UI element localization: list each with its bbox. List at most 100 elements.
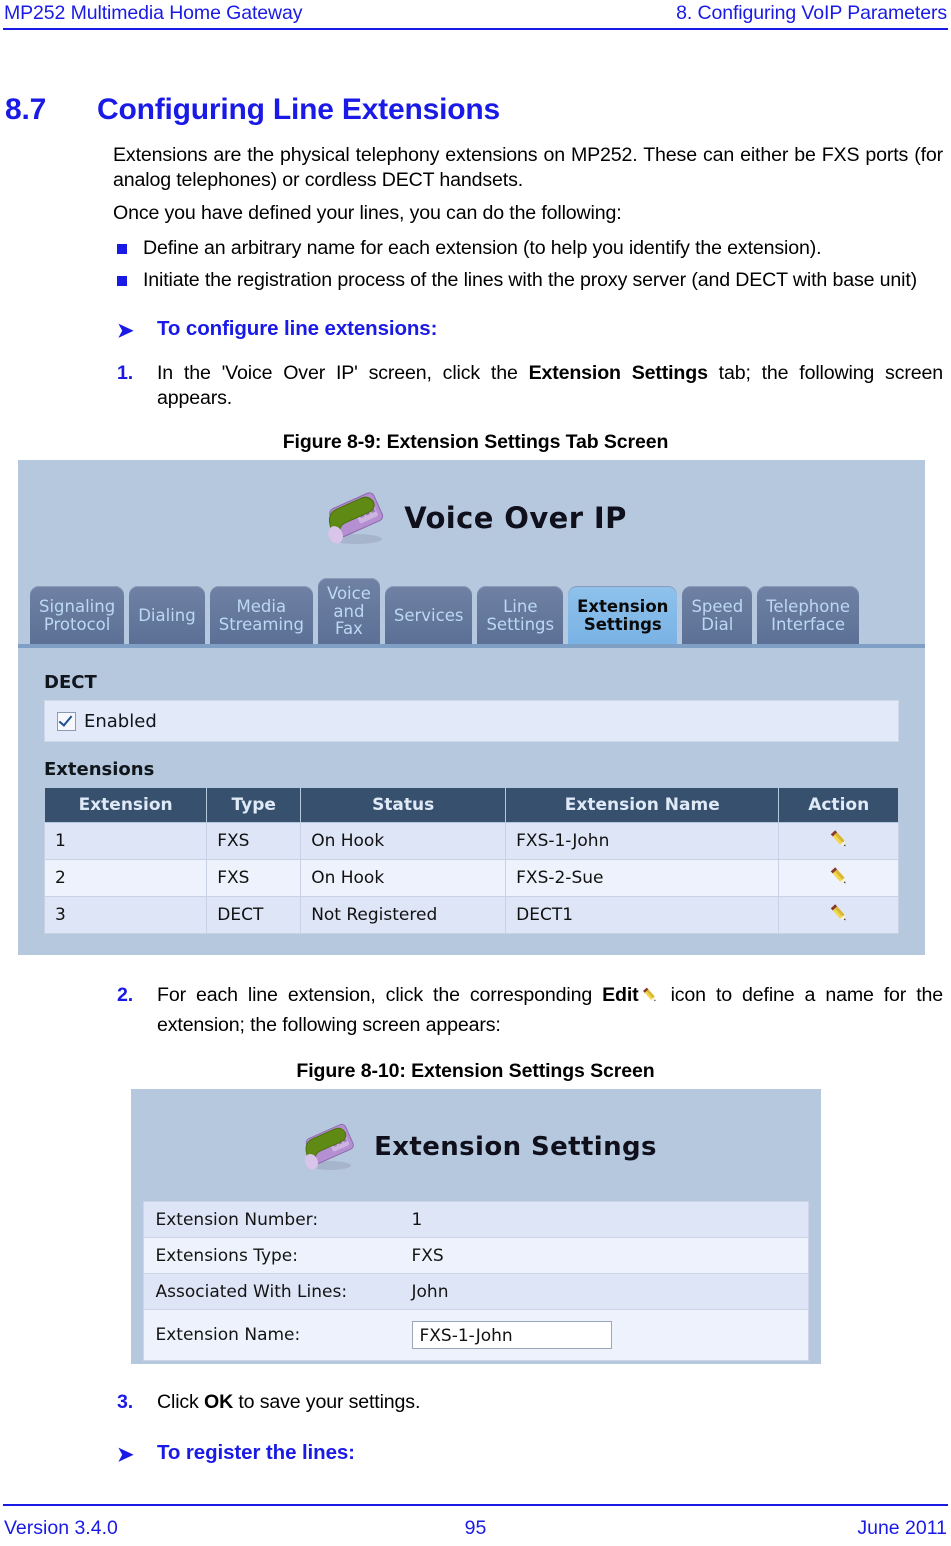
- extensions-group-label: Extensions: [44, 759, 155, 781]
- figure-2-caption: Figure 8-10: Extension Settings Screen: [296, 1060, 655, 1083]
- tab-extension-settings[interactable]: Extension Settings: [568, 586, 678, 645]
- extension-name-input[interactable]: FXS-1-John: [411, 1321, 612, 1350]
- dect-enabled-row: Enabled: [44, 700, 899, 743]
- app-title-label-2: Extension Settings: [374, 1132, 657, 1163]
- step-number: 1.: [117, 361, 134, 384]
- cell-type: FXS: [206, 822, 302, 861]
- tab-services[interactable]: Services: [384, 586, 473, 645]
- form-row-extensions-type: Extensions Type: FXS: [142, 1237, 809, 1274]
- column-header-status: Status: [300, 787, 507, 824]
- tab-signaling-protocol[interactable]: Signaling Protocol: [30, 586, 125, 645]
- section-number: 8.7: [5, 93, 47, 126]
- dect-enabled-label: Enabled: [84, 710, 157, 732]
- procedure-heading-label: To register the lines:: [157, 1441, 355, 1465]
- extensions-table: Extension Type Status Extension Name Act…: [43, 787, 899, 935]
- header-chapter-title: 8. Configuring VoIP Parameters: [676, 2, 947, 24]
- cell-extension: 1: [43, 822, 208, 861]
- cell-action: [778, 896, 899, 935]
- tab-strip: Signaling Protocol Dialing Media Streami…: [18, 572, 925, 649]
- body-column-3: 3. Click OK to save your settings. ➤ To …: [113, 1390, 943, 1467]
- step-1: 1. In the 'Voice Over IP' screen, click …: [113, 361, 943, 411]
- tab-voice-and-fax[interactable]: Voice and Fax: [317, 577, 380, 645]
- arrow-right-icon: ➤: [117, 319, 134, 342]
- column-header-action: Action: [778, 787, 899, 824]
- field-label: Extension Name:: [155, 1325, 301, 1346]
- field-label: Associated With Lines:: [155, 1281, 348, 1302]
- column-header-extension: Extension: [43, 787, 208, 824]
- square-bullet-icon: [117, 276, 127, 287]
- cell-extension-name: DECT1: [505, 896, 780, 935]
- edit-pencil-icon[interactable]: [826, 829, 852, 857]
- step-number: 2.: [117, 984, 134, 1007]
- table-row: 1 FXS On Hook FXS-1-John: [43, 822, 899, 861]
- tab-media-streaming[interactable]: Media Streaming: [209, 586, 313, 645]
- dect-enabled-checkbox[interactable]: [57, 711, 76, 731]
- field-value: 1: [411, 1209, 423, 1230]
- telephone-icon: [294, 1117, 360, 1178]
- intro-paragraph-1: Extensions are the physical telephony ex…: [113, 144, 943, 192]
- tab-dialing[interactable]: Dialing: [129, 586, 205, 645]
- procedure-heading-register: ➤ To register the lines:: [113, 1441, 943, 1467]
- list-item-label: Define an arbitrary name for each extens…: [143, 237, 822, 260]
- step-text-pre: For each line extension, click the corre…: [157, 984, 603, 1007]
- figure-1-caption: Figure 8-9: Extension Settings Tab Scree…: [282, 431, 669, 454]
- header-document-title: MP252 Multimedia Home Gateway: [4, 2, 303, 24]
- step-text-bold: Edit: [602, 984, 639, 1007]
- extension-settings-form: Extension Number: 1 Extensions Type: FXS…: [131, 1201, 821, 1373]
- tab-telephone-interface[interactable]: Telephone Interface: [757, 586, 859, 645]
- header-divider: [3, 28, 948, 30]
- running-header: MP252 Multimedia Home Gateway 8. Configu…: [0, 0, 951, 36]
- step-2: 2. For each line extension, click the co…: [113, 983, 943, 1038]
- list-item: Define an arbitrary name for each extens…: [113, 236, 943, 261]
- running-footer: Version 3.4.0 95 June 2011: [4, 1517, 947, 1540]
- table-header-row: Extension Type Status Extension Name Act…: [43, 787, 899, 824]
- form-row-extension-number: Extension Number: 1: [142, 1201, 809, 1238]
- edit-pencil-icon[interactable]: [826, 903, 852, 931]
- cell-type: FXS: [206, 859, 302, 898]
- arrow-right-icon: ➤: [117, 1444, 134, 1467]
- field-label: Extension Number:: [155, 1209, 319, 1230]
- step-text-pre: In the 'Voice Over IP' screen, click the: [157, 361, 529, 384]
- procedure-heading-configure: ➤ To configure line extensions:: [113, 317, 943, 342]
- tab-speed-dial[interactable]: Speed Dial: [682, 586, 753, 645]
- tab-line-settings[interactable]: Line Settings: [477, 586, 564, 645]
- cell-extension: 2: [43, 859, 208, 898]
- step-text-bold: Extension Settings: [528, 361, 708, 384]
- document-page: MP252 Multimedia Home Gateway 8. Configu…: [0, 0, 951, 1546]
- form-row-associated-with-lines: Associated With Lines: John: [142, 1273, 809, 1310]
- cell-extension-name: FXS-1-John: [505, 822, 780, 861]
- footer-divider: [3, 1504, 948, 1506]
- step-number: 3.: [117, 1391, 134, 1414]
- figure-1-screenshot: Voice Over IP Signaling Protocol Dialing…: [18, 460, 925, 956]
- cell-extension: 3: [43, 896, 208, 935]
- section-title: Configuring Line Extensions: [97, 93, 500, 126]
- footer-page-number: 95: [464, 1517, 487, 1539]
- field-value: John: [411, 1281, 449, 1302]
- page-content: 8.7 Configuring Line Extensions Extensio…: [0, 44, 951, 1467]
- app-title-bar: Voice Over IP: [18, 460, 925, 572]
- step-text-post: to save your settings.: [233, 1391, 421, 1414]
- table-row: 2 FXS On Hook FXS-2-Sue: [43, 859, 899, 898]
- step-text-bold: OK: [204, 1391, 234, 1414]
- field-label: Extensions Type:: [155, 1245, 299, 1266]
- cell-action: [778, 859, 899, 898]
- form-row-extension-name: Extension Name: FXS-1-John: [142, 1309, 809, 1362]
- edit-pencil-icon[interactable]: [826, 866, 852, 894]
- list-item-label: Initiate the registration process of the…: [143, 269, 918, 292]
- cell-status: Not Registered: [300, 896, 507, 935]
- telephone-icon: [316, 485, 390, 552]
- list-item: Initiate the registration process of the…: [113, 268, 943, 293]
- body-column-2: 2. For each line extension, click the co…: [113, 983, 943, 1038]
- body-column: Extensions are the physical telephony ex…: [113, 143, 943, 411]
- dect-group-label: DECT: [44, 672, 97, 694]
- step-3: 3. Click OK to save your settings.: [113, 1390, 943, 1415]
- square-bullet-icon: [117, 244, 127, 255]
- table-row: 3 DECT Not Registered DECT1: [43, 896, 899, 935]
- field-value: FXS: [411, 1245, 444, 1266]
- step-text-pre: Click: [157, 1391, 204, 1414]
- cell-action: [778, 822, 899, 861]
- column-header-type: Type: [206, 787, 302, 824]
- intro-paragraph-2: Once you have defined your lines, you ca…: [113, 202, 622, 225]
- tab-panel-body: DECT Enabled Extensions Extension Type S…: [18, 648, 925, 935]
- field-value-wrap: FXS-1-John: [411, 1321, 808, 1350]
